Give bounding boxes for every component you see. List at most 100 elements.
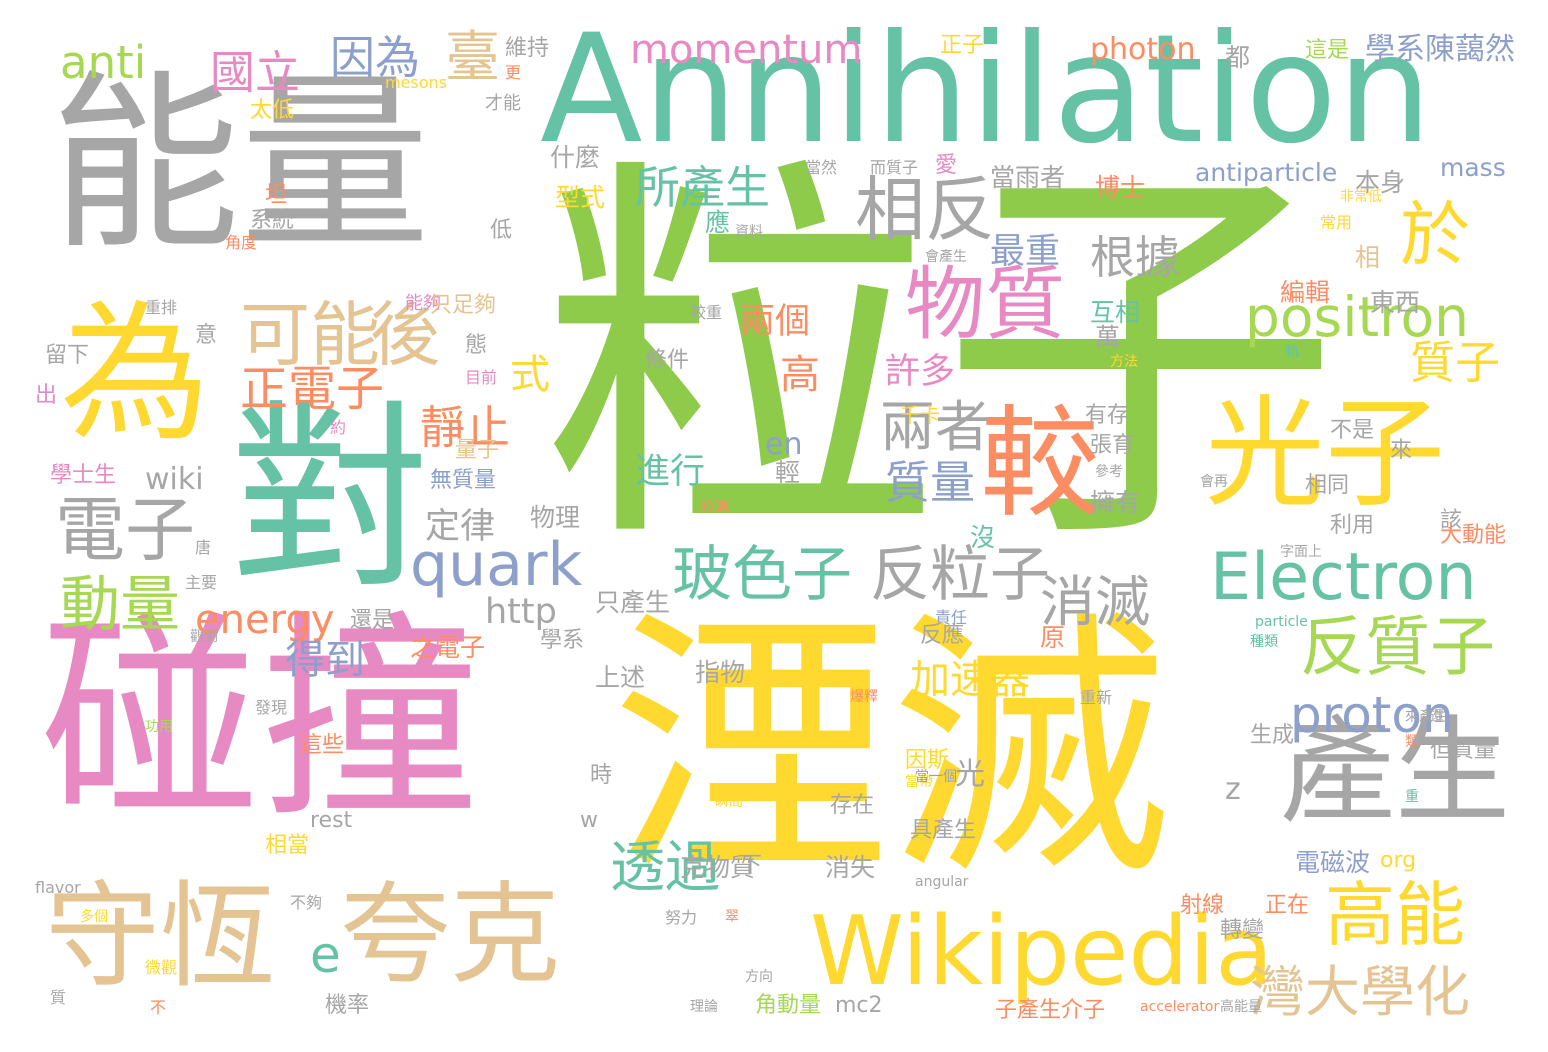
word: 消失 [825, 853, 876, 882]
word: momentum [630, 27, 863, 73]
word: 條件 [645, 348, 690, 373]
word: 留下 [45, 343, 90, 368]
word: mc2 [835, 993, 883, 1018]
word: 許多 [885, 352, 956, 392]
word: 努力 [665, 908, 698, 927]
word: en [765, 427, 803, 462]
word: 編輯 [1280, 278, 1331, 307]
word: 存在 [830, 793, 875, 818]
word: 於 [1400, 194, 1470, 276]
word: 互相 [1090, 298, 1141, 327]
word: 低 [490, 218, 513, 243]
word: 動量 [60, 570, 180, 640]
word: 發現 [255, 698, 288, 717]
word: 臺 [445, 25, 501, 89]
word: 國立 [210, 46, 301, 99]
word: 反粒子 [870, 540, 1050, 610]
word: 上述 [595, 663, 646, 692]
word: 根據 [1090, 231, 1181, 284]
word: 反質子 [1300, 610, 1496, 685]
word: 應 [705, 208, 731, 237]
word: 多個 [80, 909, 108, 925]
word: antiparticle [1195, 158, 1338, 187]
word: 沒 [970, 523, 996, 552]
word: 廣島 [415, 664, 443, 680]
word: 相 [1355, 243, 1381, 272]
word: 愛 [935, 153, 958, 178]
word: 態 [465, 333, 488, 358]
word: 還 [1430, 709, 1444, 725]
word: 加速器 [910, 657, 1030, 703]
word: 理論 [690, 999, 718, 1015]
word: 微觀 [145, 958, 178, 977]
word: 來 [1390, 438, 1413, 463]
word: 當一個 [915, 769, 957, 785]
word: 質 [50, 988, 67, 1007]
word: 翠 [725, 909, 739, 925]
word: 較 [980, 395, 1100, 534]
word: 質量 [885, 456, 976, 509]
word: 角度 [225, 233, 258, 252]
word: 玻色子 [672, 540, 852, 610]
word: 參考 [1095, 464, 1123, 480]
word: 千卡 [900, 403, 940, 427]
word-cloud: 粒子 湮滅 碰撞 能量 Annihilation 對為較光子 守恆 夸克 Wikipedia 產生… [0, 0, 1548, 1052]
word: 必須 [700, 499, 728, 515]
word: 角動量 [755, 993, 822, 1018]
word: 不是 [1330, 418, 1375, 443]
word: photon [1090, 32, 1196, 67]
word: 相反 [855, 169, 995, 251]
word: 主要 [185, 573, 218, 592]
word: 最重 [990, 232, 1061, 272]
word: 利用 [1330, 513, 1375, 538]
word: 無質量 [430, 468, 497, 493]
word: 較重 [690, 303, 723, 322]
word: 才能 [485, 93, 521, 114]
word: accelerator [1140, 999, 1220, 1015]
word: 物理 [530, 503, 581, 532]
word: 重新 [1080, 688, 1113, 707]
word: 為 [60, 288, 211, 462]
word: 出 [35, 383, 58, 408]
word: 觀測 [190, 629, 218, 645]
word: 高能 [1325, 874, 1465, 956]
word: 目前 [465, 368, 498, 387]
word: 正子 [940, 33, 985, 58]
word: 型式 [555, 183, 606, 212]
word: 軌 [1285, 344, 1299, 360]
word: Wikipedia [810, 897, 1274, 1007]
word: angular [915, 874, 969, 890]
word: 不 [150, 998, 167, 1017]
word: 維持 [505, 36, 550, 61]
word: 射線 [1180, 893, 1225, 918]
word: 會產生 [925, 249, 967, 265]
word: 學系陳藹然 [1365, 32, 1515, 67]
word: anti [60, 36, 147, 89]
word: 當雨者 [990, 163, 1066, 192]
word: rest [310, 808, 353, 833]
word: mass [1440, 153, 1506, 182]
word: 正電子 [240, 361, 385, 417]
word: 消滅 [1040, 570, 1151, 634]
word: 得到 [285, 637, 365, 683]
word: 灣大學化 [1250, 960, 1471, 1024]
word: 有存 [1085, 403, 1130, 428]
word: 種類 [1250, 634, 1278, 650]
word: 相當 [265, 833, 310, 858]
word: Electron [1210, 540, 1477, 615]
word: 類 [1405, 734, 1419, 750]
word: 只產生 [595, 588, 671, 617]
word: 重排 [145, 298, 178, 317]
word: 這些 [300, 733, 345, 758]
word: 資料 [735, 224, 763, 240]
word: org [1380, 848, 1417, 873]
word: 常用 [1320, 213, 1353, 232]
word: 方法 [1110, 354, 1138, 370]
word: 高 [780, 352, 820, 398]
word: 生成 [1250, 723, 1295, 748]
word: 唐 [195, 538, 212, 557]
word: 意 [195, 323, 218, 348]
word: 重 [1405, 789, 1419, 805]
word: 質子 [1410, 336, 1501, 389]
word: w [580, 808, 598, 833]
